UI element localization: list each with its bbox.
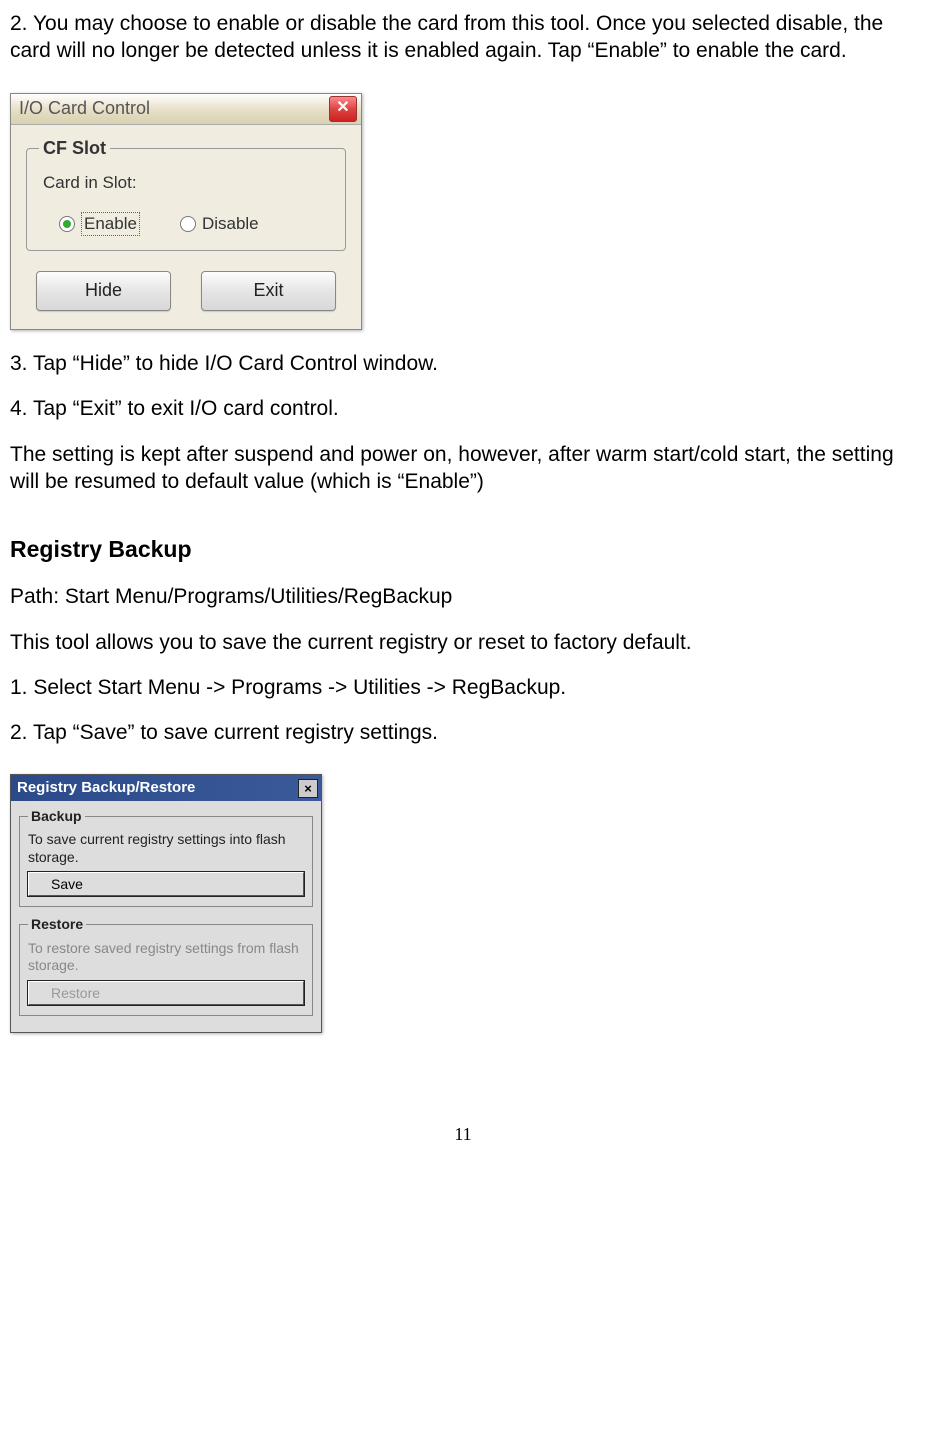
save-button[interactable]: Save: [28, 872, 304, 896]
reg-titlebar: Registry Backup/Restore ×: [11, 775, 321, 801]
disable-label: Disable: [202, 213, 259, 235]
registry-desc: This tool allows you to save the current…: [10, 629, 916, 656]
registry-step2: 2. Tap “Save” to save current registry s…: [10, 719, 916, 746]
disable-radio[interactable]: Disable: [180, 212, 259, 236]
backup-legend: Backup: [28, 807, 85, 825]
radio-icon: [180, 216, 196, 232]
page-number: 11: [10, 1123, 916, 1146]
cf-slot-legend: CF Slot: [39, 137, 110, 160]
card-in-slot-label: Card in Slot:: [43, 172, 333, 194]
paragraph-note: The setting is kept after suspend and po…: [10, 441, 916, 496]
paragraph-step2: 2. You may choose to enable or disable t…: [10, 10, 916, 65]
io-button-row: Hide Exit: [26, 271, 346, 311]
exit-button[interactable]: Exit: [201, 271, 336, 311]
radio-icon: [59, 216, 75, 232]
reg-body: Backup To save current registry settings…: [11, 801, 321, 1032]
restore-group: Restore To restore saved registry settin…: [19, 915, 313, 1015]
restore-text: To restore saved registry settings from …: [28, 940, 304, 975]
enable-label: Enable: [81, 212, 140, 236]
registry-step1: 1. Select Start Menu -> Programs -> Util…: [10, 674, 916, 701]
io-window: I/O Card Control ✕ CF Slot Card in Slot:…: [10, 93, 362, 331]
reg-window: Registry Backup/Restore × Backup To save…: [10, 774, 322, 1032]
paragraph-step4: 4. Tap “Exit” to exit I/O card control.: [10, 395, 916, 422]
registry-backup-heading: Registry Backup: [10, 535, 916, 565]
registry-path: Path: Start Menu/Programs/Utilities/RegB…: [10, 583, 916, 610]
io-card-control-screenshot: I/O Card Control ✕ CF Slot Card in Slot:…: [10, 93, 362, 331]
restore-button[interactable]: Restore: [28, 981, 304, 1005]
enable-radio[interactable]: Enable: [59, 212, 140, 236]
cf-slot-group: CF Slot Card in Slot: Enable Disable: [26, 137, 346, 252]
io-body: CF Slot Card in Slot: Enable Disable Hid…: [11, 125, 361, 330]
close-icon[interactable]: ×: [298, 779, 318, 798]
hide-button[interactable]: Hide: [36, 271, 171, 311]
backup-text: To save current registry settings into f…: [28, 831, 304, 866]
close-icon[interactable]: ✕: [329, 96, 357, 122]
paragraph-step3: 3. Tap “Hide” to hide I/O Card Control w…: [10, 350, 916, 377]
radio-group: Enable Disable: [39, 212, 333, 236]
io-titlebar: I/O Card Control ✕: [11, 94, 361, 125]
registry-backup-screenshot: Registry Backup/Restore × Backup To save…: [10, 774, 322, 1032]
restore-legend: Restore: [28, 915, 86, 933]
backup-group: Backup To save current registry settings…: [19, 807, 313, 907]
reg-title-text: Registry Backup/Restore: [17, 778, 298, 798]
io-title-text: I/O Card Control: [19, 97, 329, 120]
